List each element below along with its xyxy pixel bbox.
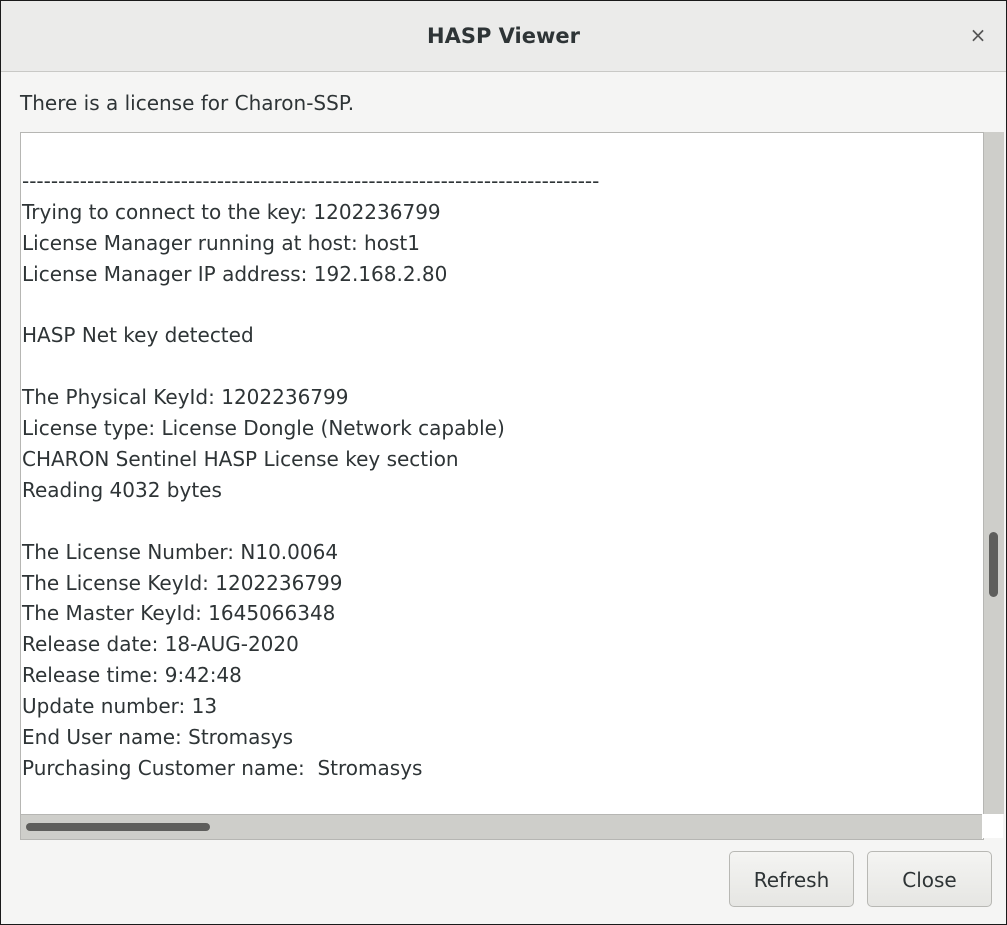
log-line: ----------------------------------------… [22,169,600,193]
log-line: End User name: Stromasys [22,725,294,750]
log-line: Update number: 13 [22,694,218,719]
log-line: Release date: 18-AUG-2020 [22,632,299,657]
log-content: ----------------------------------------… [22,166,599,784]
log-line: The Master KeyId: 1645066348 [22,601,336,626]
log-line: The Physical KeyId: 1202236799 [22,385,349,410]
log-line: Trying to connect to the key: 1202236799 [22,199,441,224]
log-line: License Manager running at host: host1 [22,230,420,255]
log-line: HASP Net key detected [22,323,254,348]
close-icon[interactable]: × [966,23,990,47]
hasp-viewer-window: HASP Viewer × There is a license for Cha… [0,0,1007,925]
horizontal-scrollbar-thumb[interactable] [26,823,210,831]
window-title: HASP Viewer [427,24,580,48]
log-line: Reading 4032 bytes [22,477,222,502]
license-status-text: There is a license for Charon-SSP. [20,91,355,115]
log-line: The License Number: N10.0064 [22,539,339,564]
license-log-textview[interactable]: ----------------------------------------… [20,132,984,840]
title-bar[interactable]: HASP Viewer × [1,1,1006,72]
vertical-scrollbar[interactable] [983,132,1004,814]
close-button[interactable]: Close [867,851,992,907]
log-line: The License KeyId: 1202236799 [22,570,343,595]
log-line: License Manager IP address: 192.168.2.80 [22,261,448,286]
log-line: Purchasing Customer name: Stromasys [22,755,423,780]
scrollbar-corner [983,814,1003,838]
horizontal-scrollbar[interactable] [21,814,982,839]
vertical-scrollbar-thumb[interactable] [989,532,998,597]
log-line: License type: License Dongle (Network ca… [22,416,505,441]
log-line: Release time: 9:42:48 [22,663,242,688]
refresh-button[interactable]: Refresh [729,851,854,907]
log-line: CHARON Sentinel HASP License key section [22,447,459,472]
